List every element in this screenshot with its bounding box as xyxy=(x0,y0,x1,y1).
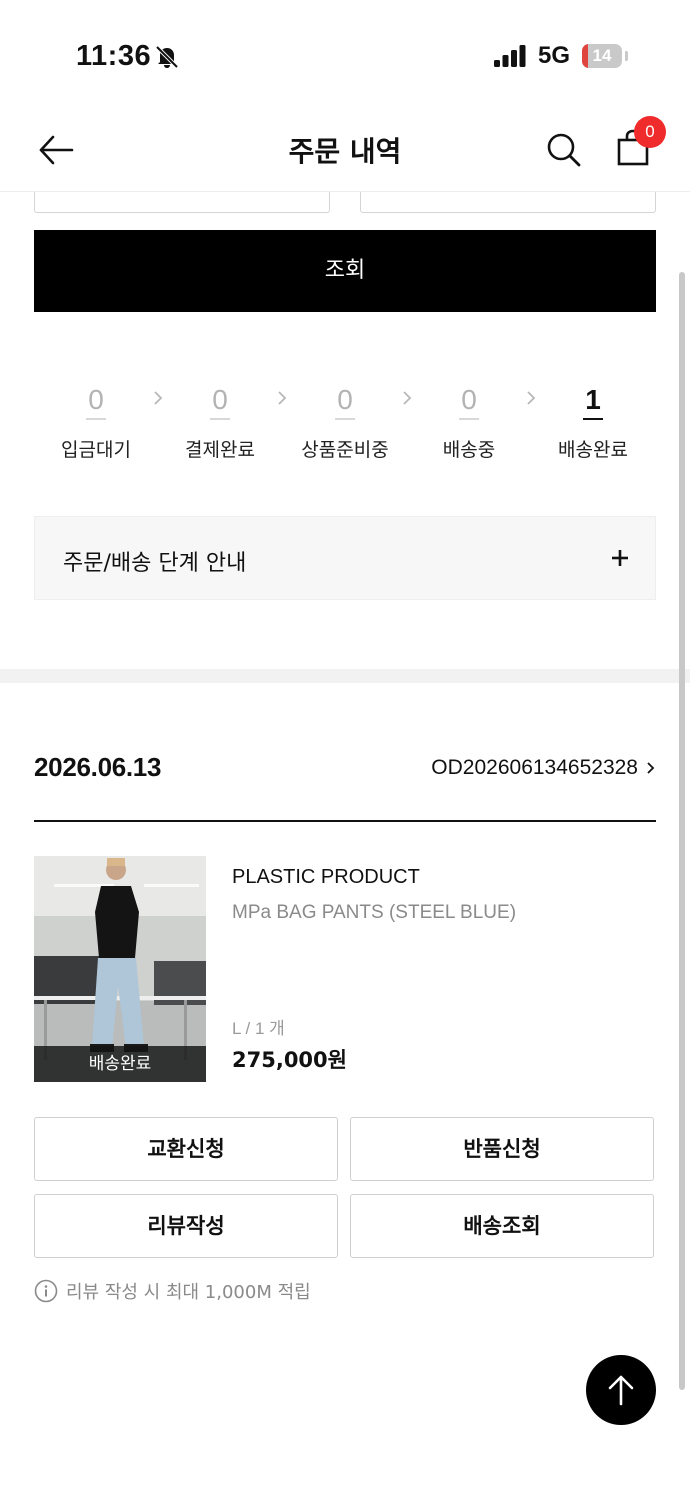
status-bar: 11:36 5G 14 xyxy=(0,0,690,100)
network-type: 5G xyxy=(538,42,571,69)
order-number-link[interactable]: OD202606134652328 xyxy=(431,756,656,780)
track-delivery-button[interactable]: 배송조회 xyxy=(350,1194,654,1258)
order-step-guide-accordion[interactable]: 주문/배송 단계 안내 xyxy=(34,516,656,600)
step-shipping[interactable]: 0 배송중 xyxy=(409,384,529,462)
step-count: 0 xyxy=(459,384,479,420)
review-reward-note: 리뷰 작성 시 최대 1,000M 적립 xyxy=(34,1278,311,1304)
step-awaiting-deposit[interactable]: 0 입금대기 xyxy=(36,384,156,462)
step-label: 배송완료 xyxy=(558,439,628,461)
step-count: 0 xyxy=(335,384,355,420)
scroll-to-top-button[interactable] xyxy=(586,1355,656,1425)
battery-indicator: 14 xyxy=(582,44,622,68)
cart-count-badge: 0 xyxy=(634,116,666,148)
product-price: 275,000원 xyxy=(232,1048,347,1072)
arrow-up-icon xyxy=(608,1375,634,1406)
step-label: 입금대기 xyxy=(61,439,131,461)
order-date: 2026.06.13 xyxy=(34,752,162,782)
chevron-right-icon xyxy=(647,762,655,774)
product-brand[interactable]: PLASTIC PRODUCT xyxy=(232,866,420,889)
top-header: 주문 내역 xyxy=(0,100,690,192)
step-count: 0 xyxy=(210,384,230,420)
signal-bars-icon xyxy=(494,45,526,67)
step-preparing[interactable]: 0 상품준비중 xyxy=(285,384,405,462)
product-name[interactable]: MPa BAG PANTS (STEEL BLUE) xyxy=(232,902,516,924)
step-count: 0 xyxy=(86,384,106,420)
step-count: 1 xyxy=(583,384,603,420)
plus-icon xyxy=(612,550,628,566)
end-date-field[interactable] xyxy=(360,192,656,213)
battery-nub xyxy=(625,51,628,61)
step-delivered[interactable]: 1 배송완료 xyxy=(533,384,653,462)
search-orders-button[interactable]: 조회 xyxy=(34,230,656,312)
write-review-button[interactable]: 리뷰작성 xyxy=(34,1194,338,1258)
page-title: 주문 내역 xyxy=(288,135,402,168)
step-label: 배송중 xyxy=(442,439,496,461)
info-icon xyxy=(34,1279,58,1303)
return-request-button[interactable]: 반품신청 xyxy=(350,1117,654,1181)
status-time: 11:36 xyxy=(76,40,152,72)
search-icon[interactable] xyxy=(544,130,584,170)
battery-level: 14 xyxy=(592,46,612,65)
product-option: L / 1 개 xyxy=(232,1019,285,1038)
step-label: 상품준비중 xyxy=(301,439,389,461)
delivery-status-label: 배송완료 xyxy=(34,1046,206,1082)
section-divider xyxy=(0,669,690,683)
bell-slash-icon xyxy=(155,45,179,69)
step-payment-complete[interactable]: 0 결제완료 xyxy=(160,384,280,462)
guide-label: 주문/배송 단계 안내 xyxy=(63,551,247,576)
order-divider xyxy=(34,820,656,822)
product-thumbnail[interactable]: 배송완료 xyxy=(34,856,206,1082)
step-label: 결제완료 xyxy=(185,439,255,461)
order-number: OD202606134652328 xyxy=(431,756,638,779)
start-date-field[interactable] xyxy=(34,192,330,213)
review-reward-text: 리뷰 작성 시 최대 1,000M 적립 xyxy=(66,1282,311,1303)
scrollbar[interactable] xyxy=(679,272,685,1390)
exchange-request-button[interactable]: 교환신청 xyxy=(34,1117,338,1181)
